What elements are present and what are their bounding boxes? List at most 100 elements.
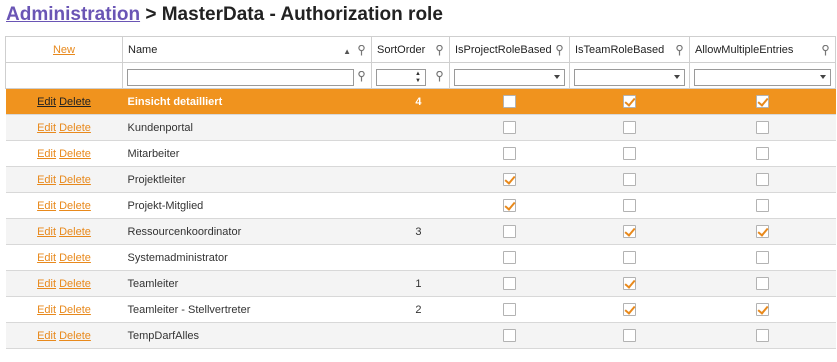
filter-pin-icon[interactable] xyxy=(821,45,830,56)
table-row[interactable]: Edit Delete Systemadministrator xyxy=(5,244,836,271)
chevron-down-icon xyxy=(554,75,560,79)
column-header-isteamrolebased[interactable]: IsTeamRoleBased xyxy=(569,36,690,63)
filter-cell-name xyxy=(122,62,372,89)
team-checkbox[interactable] xyxy=(623,147,636,160)
filter-pin-icon[interactable] xyxy=(555,45,564,56)
name-filter-input[interactable] xyxy=(127,69,354,86)
edit-link[interactable]: Edit xyxy=(37,148,56,160)
delete-link[interactable]: Delete xyxy=(59,330,91,342)
cell-name: Mitarbeiter xyxy=(122,140,372,167)
delete-link[interactable]: Delete xyxy=(59,148,91,160)
multiple-checkbox[interactable] xyxy=(756,329,769,342)
edit-link[interactable]: Edit xyxy=(37,278,56,290)
team-checkbox[interactable] xyxy=(623,121,636,134)
team-checkbox[interactable] xyxy=(623,303,636,316)
cell-isprojectrolebased xyxy=(449,192,570,219)
project-checkbox[interactable] xyxy=(503,95,516,108)
cell-isteamrolebased xyxy=(569,218,690,245)
multiple-checkbox[interactable] xyxy=(756,225,769,238)
project-checkbox[interactable] xyxy=(503,199,516,212)
column-label-sortorder: SortOrder xyxy=(377,43,426,56)
filter-pin-icon[interactable] xyxy=(435,71,444,82)
team-checkbox[interactable] xyxy=(623,199,636,212)
allowmultipleentries-filter-select[interactable] xyxy=(694,69,831,86)
table-row[interactable]: Edit Delete Teamleiter - Stellvertreter 2 xyxy=(5,296,836,323)
delete-link[interactable]: Delete xyxy=(59,252,91,264)
edit-link[interactable]: Edit xyxy=(37,174,56,186)
delete-link[interactable]: Delete xyxy=(59,174,91,186)
cell-allowmultipleentries xyxy=(689,166,836,193)
table-row[interactable]: Edit Delete Kundenportal xyxy=(5,114,836,141)
column-header-sortorder[interactable]: SortOrder xyxy=(371,36,450,63)
cell-isteamrolebased xyxy=(569,140,690,167)
delete-link[interactable]: Delete xyxy=(59,200,91,212)
team-checkbox[interactable] xyxy=(623,95,636,108)
edit-link[interactable]: Edit xyxy=(37,330,56,342)
table-row[interactable]: Edit Delete Einsicht detailliert 4 xyxy=(5,88,836,115)
project-checkbox[interactable] xyxy=(503,225,516,238)
cell-isprojectrolebased xyxy=(449,270,570,297)
edit-link[interactable]: Edit xyxy=(37,200,56,212)
delete-link[interactable]: Delete xyxy=(59,122,91,134)
table-row[interactable]: Edit Delete Projektleiter xyxy=(5,166,836,193)
team-checkbox[interactable] xyxy=(623,225,636,238)
table-row[interactable]: Edit Delete Teamleiter 1 xyxy=(5,270,836,297)
delete-link[interactable]: Delete xyxy=(59,304,91,316)
filter-cell-sortorder: ▲ ▼ xyxy=(371,62,450,89)
new-button[interactable]: New xyxy=(53,44,75,56)
delete-link[interactable]: Delete xyxy=(59,96,91,108)
multiple-checkbox[interactable] xyxy=(756,173,769,186)
breadcrumb-administration-link[interactable]: Administration xyxy=(6,4,140,25)
cell-allowmultipleentries xyxy=(689,114,836,141)
edit-link[interactable]: Edit xyxy=(37,96,56,108)
filter-pin-icon[interactable] xyxy=(357,71,366,82)
project-checkbox[interactable] xyxy=(503,173,516,186)
row-actions: Edit Delete xyxy=(5,166,123,193)
edit-link[interactable]: Edit xyxy=(37,122,56,134)
filter-cell-empty xyxy=(5,62,123,89)
row-actions: Edit Delete xyxy=(5,322,123,349)
filter-pin-icon[interactable] xyxy=(675,45,684,56)
multiple-checkbox[interactable] xyxy=(756,303,769,316)
project-checkbox[interactable] xyxy=(503,147,516,160)
row-actions: Edit Delete xyxy=(5,192,123,219)
filter-pin-icon[interactable] xyxy=(357,45,366,56)
edit-link[interactable]: Edit xyxy=(37,252,56,264)
isteamrolebased-filter-select[interactable] xyxy=(574,69,685,86)
team-checkbox[interactable] xyxy=(623,251,636,264)
delete-link[interactable]: Delete xyxy=(59,278,91,290)
column-header-name[interactable]: Name ▲ xyxy=(122,36,372,63)
project-checkbox[interactable] xyxy=(503,121,516,134)
multiple-checkbox[interactable] xyxy=(756,121,769,134)
table-row[interactable]: Edit Delete Ressourcenkoordinator 3 xyxy=(5,218,836,245)
stepper-arrows-icon[interactable]: ▲ ▼ xyxy=(415,71,423,85)
delete-link[interactable]: Delete xyxy=(59,226,91,238)
filter-pin-icon[interactable] xyxy=(435,45,444,56)
multiple-checkbox[interactable] xyxy=(756,147,769,160)
cell-isprojectrolebased xyxy=(449,322,570,349)
multiple-checkbox[interactable] xyxy=(756,251,769,264)
table-row[interactable]: Edit Delete TempDarfAlles xyxy=(5,322,836,349)
project-checkbox[interactable] xyxy=(503,277,516,290)
sortorder-filter-stepper[interactable]: ▲ ▼ xyxy=(376,69,426,86)
team-checkbox[interactable] xyxy=(623,329,636,342)
row-actions: Edit Delete xyxy=(5,88,123,115)
project-checkbox[interactable] xyxy=(503,329,516,342)
edit-link[interactable]: Edit xyxy=(37,304,56,316)
sort-ascending-icon[interactable]: ▲ xyxy=(343,47,351,56)
table-row[interactable]: Edit Delete Projekt-Mitglied xyxy=(5,192,836,219)
column-header-isprojectrolebased[interactable]: IsProjectRoleBased xyxy=(449,36,570,63)
project-checkbox[interactable] xyxy=(503,303,516,316)
project-checkbox[interactable] xyxy=(503,251,516,264)
cell-isprojectrolebased xyxy=(449,218,570,245)
team-checkbox[interactable] xyxy=(623,277,636,290)
team-checkbox[interactable] xyxy=(623,173,636,186)
table-row[interactable]: Edit Delete Mitarbeiter xyxy=(5,140,836,167)
column-header-allowmultipleentries[interactable]: AllowMultipleEntries xyxy=(689,36,836,63)
isprojectrolebased-filter-select[interactable] xyxy=(454,69,565,86)
multiple-checkbox[interactable] xyxy=(756,199,769,212)
edit-link[interactable]: Edit xyxy=(37,226,56,238)
authorization-role-grid: New Name ▲ SortOrder IsProjectRoleBased … xyxy=(5,36,836,349)
multiple-checkbox[interactable] xyxy=(756,95,769,108)
multiple-checkbox[interactable] xyxy=(756,277,769,290)
